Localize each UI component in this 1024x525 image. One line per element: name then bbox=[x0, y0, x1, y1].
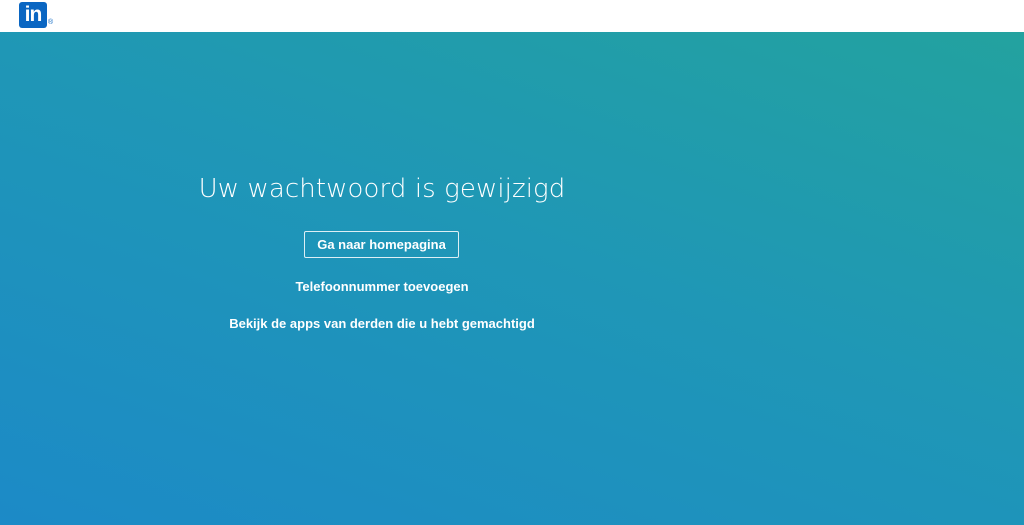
registered-mark: ® bbox=[48, 19, 54, 26]
top-bar: in ® bbox=[0, 0, 1024, 32]
go-to-homepage-button[interactable]: Ga naar homepagina bbox=[304, 231, 459, 258]
add-phone-number-link[interactable]: Telefoonnummer toevoegen bbox=[196, 278, 568, 296]
view-third-party-apps-link[interactable]: Bekijk de apps van derden die u hebt gem… bbox=[196, 315, 568, 333]
linkedin-logo[interactable]: in ® bbox=[19, 2, 53, 28]
hero-panel: Uw wachtwoord is gewijzigd Ga naar homep… bbox=[0, 32, 1024, 525]
page-title: Uw wachtwoord is gewijzigd bbox=[198, 174, 566, 204]
linkedin-logo-icon: in bbox=[19, 2, 47, 28]
